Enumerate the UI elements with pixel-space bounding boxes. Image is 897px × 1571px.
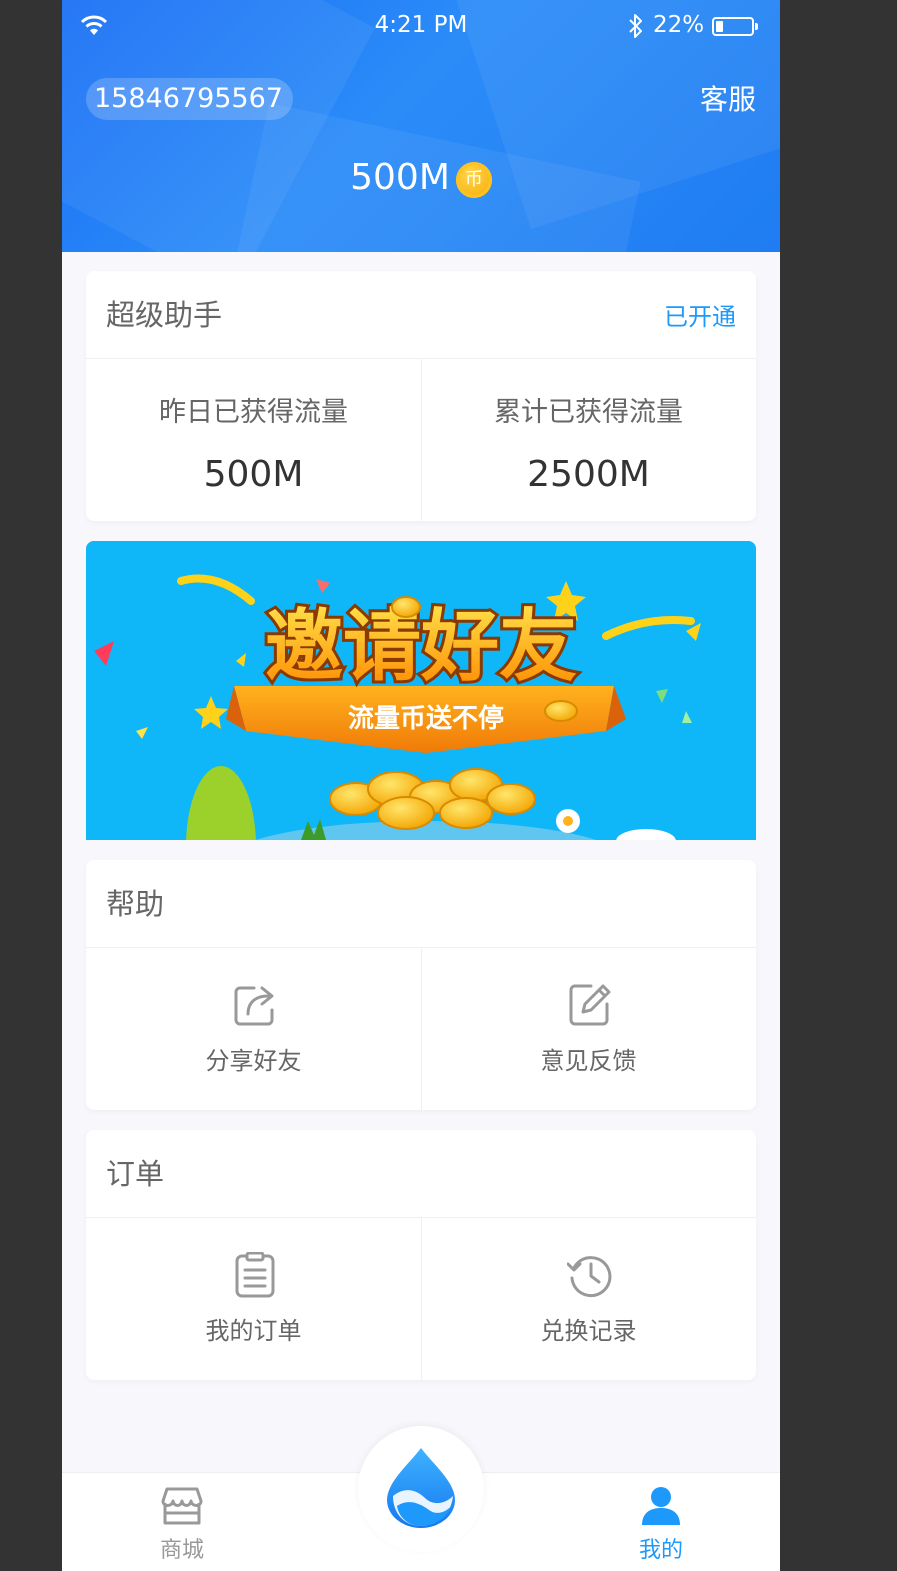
exchange-records-button[interactable]: 兑换记录 <box>421 1218 756 1380</box>
feedback-edit-icon <box>569 984 611 1026</box>
battery-fill <box>716 21 723 32</box>
battery-percent: 22% <box>653 12 705 38</box>
water-drop-icon <box>387 1448 455 1528</box>
my-orders-label: 我的订单 <box>205 1317 302 1345</box>
profile-header: 4:21 PM 22% 15846795567 客服 500M 币 <box>62 0 780 252</box>
feedback-button[interactable]: 意见反馈 <box>421 948 756 1110</box>
app-screen: 4:21 PM 22% 15846795567 客服 500M 币 超级助手 已开… <box>62 0 780 1571</box>
phone-number: 15846795567 <box>86 78 293 120</box>
orders-card: 订单 我的订单 兑换记录 <box>86 1130 756 1380</box>
history-clock-icon <box>567 1256 612 1298</box>
assistant-title: 超级助手 <box>106 298 223 332</box>
balance-value: 500M <box>350 157 450 198</box>
yesterday-value: 500M <box>203 454 304 495</box>
total-label: 累计已获得流量 <box>494 397 683 428</box>
share-friends-button[interactable]: 分享好友 <box>86 948 421 1110</box>
help-title: 帮助 <box>106 887 165 921</box>
my-orders-button[interactable]: 我的订单 <box>86 1218 421 1380</box>
tab-store[interactable]: 商城 <box>102 1473 262 1571</box>
share-friends-label: 分享好友 <box>205 1047 302 1075</box>
yesterday-label: 昨日已获得流量 <box>159 397 348 428</box>
feedback-label: 意见反馈 <box>540 1047 637 1075</box>
banner-subtitle: 流量币送不停 <box>348 703 504 734</box>
total-value: 2500M <box>527 454 650 495</box>
coin-balance: 500M 币 <box>62 154 780 202</box>
orders-card-header: 订单 <box>86 1130 756 1218</box>
assistant-status[interactable]: 已开通 <box>664 301 736 333</box>
store-icon <box>161 1487 203 1525</box>
tab-mine[interactable]: 我的 <box>581 1473 741 1571</box>
help-card-header: 帮助 <box>86 860 756 948</box>
coin-icon: 币 <box>455 162 492 198</box>
help-card: 帮助 分享好友 意见反馈 <box>86 860 756 1110</box>
invite-friends-banner[interactable]: 邀请好友 流量币送不停 <box>86 541 756 840</box>
order-list-icon <box>235 1252 275 1298</box>
banner-title: 邀请好友 <box>265 602 577 692</box>
tab-mine-label: 我的 <box>638 1538 683 1563</box>
assistant-card: 超级助手 已开通 昨日已获得流量 500M 累计已获得流量 2500M <box>86 271 756 521</box>
assistant-card-header[interactable]: 超级助手 已开通 <box>86 271 756 359</box>
status-bar: 4:21 PM 22% <box>62 0 780 52</box>
tab-store-label: 商城 <box>159 1538 204 1563</box>
share-icon <box>234 986 274 1026</box>
exchange-records-label: 兑换记录 <box>540 1317 637 1345</box>
yesterday-stat: 昨日已获得流量 500M <box>86 359 421 521</box>
user-icon <box>642 1487 680 1525</box>
banner-artwork: 邀请好友 流量币送不停 <box>86 541 756 840</box>
total-stat: 累计已获得流量 2500M <box>421 359 756 521</box>
bluetooth-icon <box>629 14 642 38</box>
center-home-button[interactable] <box>358 1426 484 1552</box>
battery-icon <box>712 17 758 36</box>
customer-service-link[interactable]: 客服 <box>700 80 756 120</box>
orders-title: 订单 <box>106 1157 165 1191</box>
